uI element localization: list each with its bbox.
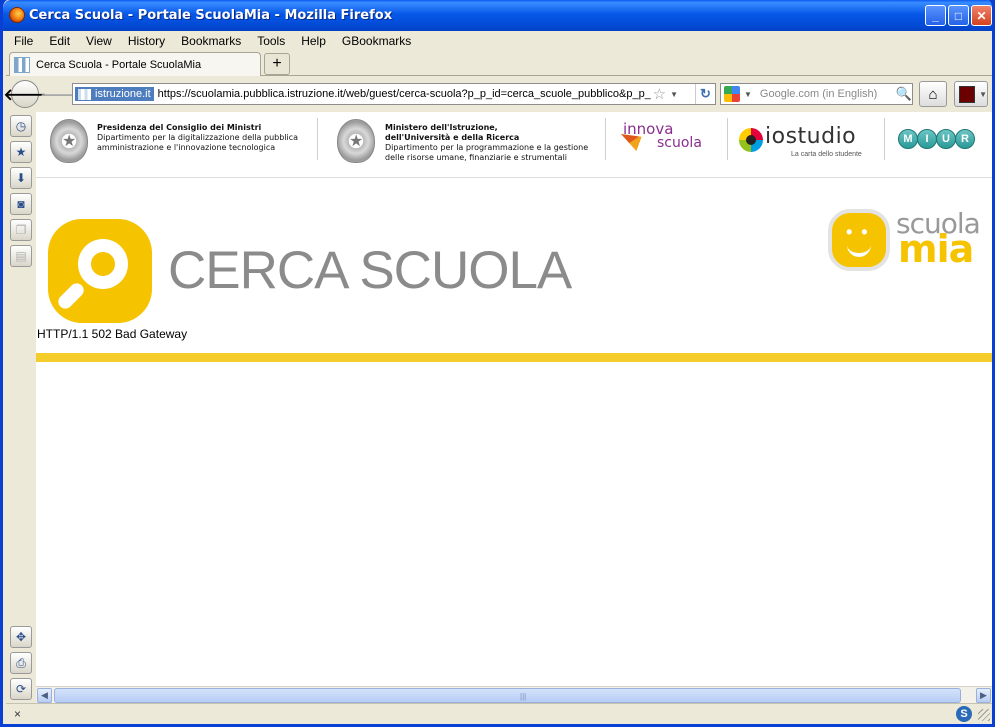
scrollbar-thumb[interactable]: ||| bbox=[54, 688, 961, 703]
sync-icon[interactable]: ⟳ bbox=[10, 678, 32, 700]
divider bbox=[317, 118, 318, 160]
government-header: Presidenza del Consiglio dei Ministri Di… bbox=[36, 112, 992, 178]
title-bar[interactable]: Cerca Scuola - Portale ScuolaMia - Mozil… bbox=[3, 0, 992, 31]
italian-emblem-icon bbox=[337, 119, 375, 163]
divider bbox=[884, 118, 885, 160]
menu-file[interactable]: File bbox=[6, 34, 41, 48]
reload-icon[interactable]: ↻ bbox=[695, 84, 715, 104]
miur-letter: R bbox=[955, 129, 975, 149]
search-input[interactable]: Google.com (in English) bbox=[760, 88, 896, 100]
smiley-icon bbox=[828, 209, 890, 271]
italian-emblem-icon bbox=[50, 119, 88, 163]
firefox-icon bbox=[9, 7, 25, 23]
new-tab-button[interactable]: + bbox=[264, 53, 290, 75]
menu-tools[interactable]: Tools bbox=[249, 34, 293, 48]
divider bbox=[727, 118, 728, 160]
magnifier-lens bbox=[78, 239, 128, 289]
innova-scuola-logo[interactable]: innova scuola bbox=[621, 120, 711, 172]
scuolamia-logo[interactable]: scuola mia bbox=[828, 207, 981, 277]
extension-button[interactable]: ▼ bbox=[954, 81, 988, 107]
site-favicon-icon bbox=[14, 56, 30, 73]
presidenza-line2: amministrazione e l'innovazione tecnolog… bbox=[97, 143, 276, 152]
resize-grip-icon[interactable] bbox=[978, 709, 990, 721]
presidenza-text[interactable]: Presidenza del Consiglio dei Ministri Di… bbox=[97, 123, 298, 153]
google-engine-icon[interactable] bbox=[724, 86, 740, 102]
close-button[interactable]: ✕ bbox=[971, 5, 992, 26]
iostudio-word: iostudio bbox=[765, 124, 857, 149]
extension-icon bbox=[959, 85, 976, 103]
ministero-title1: Ministero dell'Istruzione, bbox=[385, 123, 498, 132]
url-bar[interactable]: istruzione.it https://scuolamia.pubblica… bbox=[72, 83, 716, 105]
magnifier-logo-icon bbox=[48, 219, 152, 323]
ministero-line1: Dipartimento per la programmazione e la … bbox=[385, 143, 589, 152]
screenshot-icon[interactable]: ◙ bbox=[10, 193, 32, 215]
ministero-title2: dell'Università e della Ricerca bbox=[385, 133, 520, 142]
menu-bookmarks[interactable]: Bookmarks bbox=[173, 34, 249, 48]
search-bar[interactable]: ▼ Google.com (in English) 🔍 bbox=[720, 83, 913, 105]
url-input[interactable]: https://scuolamia.pubblica.istruzione.it… bbox=[158, 88, 651, 100]
iostudio-tagline: La carta dello studente bbox=[791, 151, 862, 158]
magnifier-handle bbox=[55, 280, 87, 312]
close-findbar-icon[interactable]: × bbox=[14, 707, 21, 721]
maximize-button[interactable]: □ bbox=[948, 5, 969, 26]
minimize-button[interactable]: _ bbox=[925, 5, 946, 26]
miur-letter: U bbox=[936, 129, 956, 149]
scuola-word: scuola bbox=[657, 135, 702, 151]
menu-gbookmarks[interactable]: GBookmarks bbox=[334, 34, 419, 48]
search-icon[interactable]: 🔍 bbox=[896, 86, 912, 102]
iostudio-dots-icon bbox=[739, 128, 763, 152]
miur-letter: I bbox=[917, 129, 937, 149]
extension-dropdown-icon[interactable]: ▼ bbox=[979, 90, 987, 99]
menu-view[interactable]: View bbox=[78, 34, 120, 48]
forward-button[interactable]: 🡒 bbox=[40, 85, 80, 104]
menu-edit[interactable]: Edit bbox=[41, 34, 78, 48]
downloads-icon[interactable]: ⬇ bbox=[10, 167, 32, 189]
tab-label: Cerca Scuola - Portale ScuolaMia bbox=[36, 58, 202, 71]
browser-window: Cerca Scuola - Portale ScuolaMia - Mozil… bbox=[0, 0, 995, 727]
fullscreen-icon[interactable]: ✥ bbox=[10, 626, 32, 648]
back-button[interactable]: 🡐 bbox=[4, 80, 46, 108]
engine-dropdown-icon[interactable]: ▼ bbox=[744, 90, 752, 99]
left-sidebar-toolbar: ◷ ★ ⬇ ◙ ❐ ▤ ✥ ⎙ ⟳ bbox=[6, 112, 36, 704]
scroll-left-icon[interactable]: ◀ bbox=[37, 688, 52, 703]
ministero-line2: delle risorse umane, finanziarie e strum… bbox=[385, 153, 568, 162]
horizontal-scrollbar[interactable]: ◀ ||| ▶ bbox=[36, 686, 992, 703]
page-content: Presidenza del Consiglio dei Ministri Di… bbox=[36, 112, 992, 686]
divider bbox=[605, 118, 606, 160]
addon-status-icon[interactable]: S bbox=[956, 706, 972, 722]
site-identity-button[interactable]: istruzione.it bbox=[75, 87, 154, 101]
miur-letter: M bbox=[898, 129, 918, 149]
bookmark-star-icon[interactable]: ☆ bbox=[653, 85, 666, 103]
copy-icon[interactable]: ❐ bbox=[10, 219, 32, 241]
navigation-toolbar: 🡐 🡒 istruzione.it https://scuolamia.pubb… bbox=[4, 77, 992, 111]
tab-bar: Cerca Scuola - Portale ScuolaMia + bbox=[6, 50, 992, 76]
status-bar: × S bbox=[6, 703, 992, 724]
mia-brand-word: mia bbox=[898, 227, 974, 271]
menu-help[interactable]: Help bbox=[293, 34, 334, 48]
page-title: CERCA SCUOLA bbox=[168, 241, 572, 300]
presidenza-title: Presidenza del Consiglio dei Ministri bbox=[97, 123, 262, 132]
scrollbar-grip-icon: ||| bbox=[520, 692, 527, 701]
menu-history[interactable]: History bbox=[120, 34, 173, 48]
error-message: HTTP/1.1 502 Bad Gateway bbox=[37, 327, 188, 341]
print-icon[interactable]: ⎙ bbox=[10, 652, 32, 674]
menu-bar: File Edit View History Bookmarks Tools H… bbox=[6, 31, 992, 50]
tab-cerca-scuola[interactable]: Cerca Scuola - Portale ScuolaMia bbox=[9, 52, 261, 76]
url-dropdown-icon[interactable]: ▼ bbox=[670, 90, 678, 99]
ministero-text[interactable]: Ministero dell'Istruzione, dell'Universi… bbox=[385, 123, 588, 163]
paste-icon[interactable]: ▤ bbox=[10, 245, 32, 267]
scroll-right-icon[interactable]: ▶ bbox=[976, 688, 991, 703]
history-icon[interactable]: ◷ bbox=[10, 115, 32, 137]
home-button[interactable]: ⌂ bbox=[919, 81, 947, 107]
yellow-divider bbox=[36, 353, 992, 362]
iostudio-logo[interactable]: iostudio La carta dello studente bbox=[739, 124, 879, 164]
bookmarks-icon[interactable]: ★ bbox=[10, 141, 32, 163]
presidenza-line1: Dipartimento per la digitalizzazione del… bbox=[97, 133, 299, 142]
window-title: Cerca Scuola - Portale ScuolaMia - Mozil… bbox=[29, 8, 393, 23]
miur-logo[interactable]: M I U R bbox=[898, 129, 976, 153]
